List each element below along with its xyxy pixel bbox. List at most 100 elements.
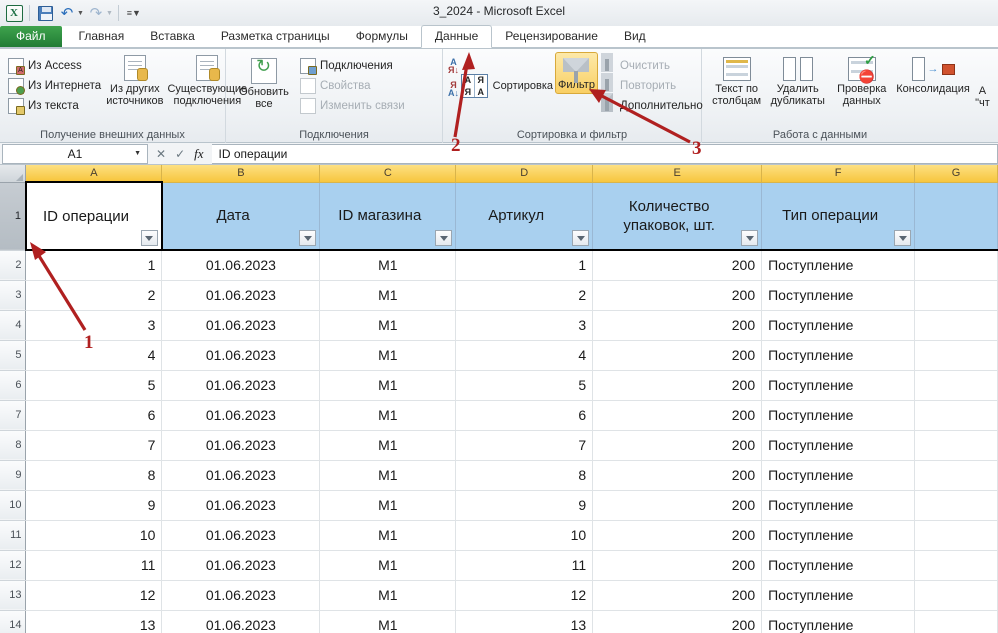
formula-input[interactable]: ID операции xyxy=(211,143,998,164)
cell-C9[interactable]: M1 xyxy=(319,460,457,491)
tab-view[interactable]: Вид xyxy=(611,26,659,48)
cell-F5[interactable]: Поступление xyxy=(761,340,916,371)
sort-desc-icon[interactable]: Я А↓ xyxy=(448,81,459,98)
table-header-cell-F1[interactable]: Тип операции xyxy=(761,182,916,251)
customize-qat-icon[interactable]: ≡▼ xyxy=(124,3,144,23)
table-row[interactable]: 10 9 01.06.2023 M1 9 200 Поступление xyxy=(0,490,998,521)
cell-G8[interactable] xyxy=(914,430,998,461)
row-header-10[interactable]: 10 xyxy=(0,490,27,521)
name-box[interactable]: A1 ▼ xyxy=(2,143,148,164)
cell-B6[interactable]: 01.06.2023 xyxy=(161,370,321,401)
cell-E10[interactable]: 200 xyxy=(592,490,763,521)
cell-E12[interactable]: 200 xyxy=(592,550,763,581)
table-row[interactable]: 13 12 01.06.2023 M1 12 200 Поступление xyxy=(0,580,998,611)
cell-F13[interactable]: Поступление xyxy=(761,580,916,611)
button-connections[interactable]: Подключения xyxy=(297,56,408,76)
tab-home[interactable]: Главная xyxy=(66,26,138,48)
cell-A4[interactable]: 3 xyxy=(25,310,163,341)
tab-file[interactable]: Файл xyxy=(0,26,62,48)
sort-asc-icon[interactable]: А Я↓ xyxy=(448,58,459,75)
cell-G14[interactable] xyxy=(914,610,998,633)
row-header-5[interactable]: 5 xyxy=(0,340,27,371)
cell-G4[interactable] xyxy=(914,310,998,341)
column-header-A[interactable]: A xyxy=(25,165,163,183)
table-row[interactable]: 3 2 01.06.2023 M1 2 200 Поступление xyxy=(0,280,998,311)
button-from-access[interactable]: A Из Access xyxy=(5,56,104,76)
cell-A5[interactable]: 4 xyxy=(25,340,163,371)
cell-E6[interactable]: 200 xyxy=(592,370,763,401)
cell-B14[interactable]: 01.06.2023 xyxy=(161,610,321,633)
row-header-3[interactable]: 3 xyxy=(0,280,27,311)
cell-C13[interactable]: M1 xyxy=(319,580,457,611)
cell-G2[interactable] xyxy=(914,250,998,281)
filter-dropdown-icon-F[interactable] xyxy=(894,230,912,246)
table-header-cell-G1[interactable] xyxy=(914,182,998,251)
table-row[interactable]: 9 8 01.06.2023 M1 8 200 Поступление xyxy=(0,460,998,491)
button-text-to-columns[interactable]: Текст по столбцам xyxy=(707,52,766,110)
redo-icon[interactable]: ↷ xyxy=(86,3,106,23)
enter-formula-icon[interactable]: ✓ xyxy=(175,147,185,161)
cell-E9[interactable]: 200 xyxy=(592,460,763,491)
table-header-cell-D1[interactable]: Артикул xyxy=(455,182,594,251)
cell-D8[interactable]: 7 xyxy=(455,430,594,461)
row-header-12[interactable]: 12 xyxy=(0,550,27,581)
cell-A3[interactable]: 2 xyxy=(25,280,163,311)
column-header-F[interactable]: F xyxy=(761,165,916,183)
cell-G11[interactable] xyxy=(914,520,998,551)
cell-E5[interactable]: 200 xyxy=(592,340,763,371)
row-header-4[interactable]: 4 xyxy=(0,310,27,341)
cell-E2[interactable]: 200 xyxy=(592,250,763,281)
tab-data[interactable]: Данные xyxy=(420,25,493,48)
button-whatif-analysis[interactable]: А "чт xyxy=(972,52,993,112)
button-remove-duplicates[interactable]: Удалить дубликаты xyxy=(766,52,829,110)
cell-B5[interactable]: 01.06.2023 xyxy=(161,340,321,371)
table-row[interactable]: 14 13 01.06.2023 M1 13 200 Поступление xyxy=(0,610,998,633)
cell-D3[interactable]: 2 xyxy=(455,280,594,311)
cell-B7[interactable]: 01.06.2023 xyxy=(161,400,321,431)
filter-dropdown-icon-D[interactable] xyxy=(572,230,590,246)
cell-C4[interactable]: M1 xyxy=(319,310,457,341)
spreadsheet-grid[interactable]: A B C D E F G 1 ID операции Дата ID мага… xyxy=(0,165,998,633)
cell-D4[interactable]: 3 xyxy=(455,310,594,341)
cell-E13[interactable]: 200 xyxy=(592,580,763,611)
cell-G12[interactable] xyxy=(914,550,998,581)
cell-G7[interactable] xyxy=(914,400,998,431)
cell-F11[interactable]: Поступление xyxy=(761,520,916,551)
cell-C2[interactable]: M1 xyxy=(319,250,457,281)
cell-F3[interactable]: Поступление xyxy=(761,280,916,311)
table-row[interactable]: 6 5 01.06.2023 M1 5 200 Поступление xyxy=(0,370,998,401)
cell-D9[interactable]: 8 xyxy=(455,460,594,491)
button-from-text[interactable]: Из текста xyxy=(5,96,104,116)
column-header-D[interactable]: D xyxy=(455,165,594,183)
cell-G3[interactable] xyxy=(914,280,998,311)
column-header-C[interactable]: C xyxy=(319,165,457,183)
select-all-corner[interactable] xyxy=(0,165,27,183)
cell-B8[interactable]: 01.06.2023 xyxy=(161,430,321,461)
row-header-1[interactable]: 1 xyxy=(0,182,27,251)
row-header-8[interactable]: 8 xyxy=(0,430,27,461)
cell-A8[interactable]: 7 xyxy=(25,430,163,461)
table-header-cell-B1[interactable]: Дата xyxy=(161,182,321,251)
button-from-other-sources[interactable]: Из других источников xyxy=(104,52,165,110)
cell-F6[interactable]: Поступление xyxy=(761,370,916,401)
cell-F8[interactable]: Поступление xyxy=(761,430,916,461)
cell-D5[interactable]: 4 xyxy=(455,340,594,371)
cell-D2[interactable]: 1 xyxy=(455,250,594,281)
cell-B11[interactable]: 01.06.2023 xyxy=(161,520,321,551)
button-data-validation[interactable]: ✓ ⛔ Проверка данных xyxy=(829,52,894,110)
cell-A7[interactable]: 6 xyxy=(25,400,163,431)
row-header-14[interactable]: 14 xyxy=(0,610,27,633)
cell-D11[interactable]: 10 xyxy=(455,520,594,551)
cell-C11[interactable]: M1 xyxy=(319,520,457,551)
cell-G9[interactable] xyxy=(914,460,998,491)
cell-A2[interactable]: 1 xyxy=(25,250,163,281)
filter-dropdown-icon-C[interactable] xyxy=(435,230,453,246)
table-header-cell-A1[interactable]: ID операции xyxy=(24,181,163,251)
cell-F10[interactable]: Поступление xyxy=(761,490,916,521)
table-row[interactable]: 7 6 01.06.2023 M1 6 200 Поступление xyxy=(0,400,998,431)
table-row[interactable]: 4 3 01.06.2023 M1 3 200 Поступление xyxy=(0,310,998,341)
button-sort[interactable]: АЯЯА Сортировка xyxy=(459,52,555,101)
tab-review[interactable]: Рецензирование xyxy=(492,26,611,48)
cell-D13[interactable]: 12 xyxy=(455,580,594,611)
filter-dropdown-icon-A[interactable] xyxy=(140,230,158,246)
